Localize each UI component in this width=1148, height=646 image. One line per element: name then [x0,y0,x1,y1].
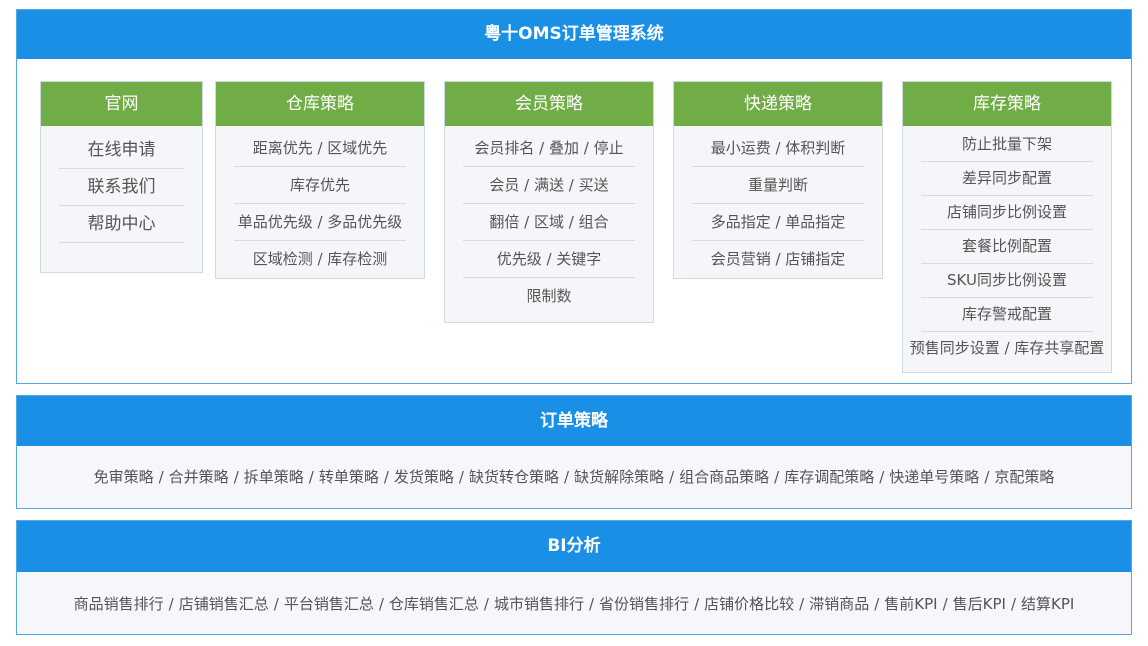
order-strategy-item: 拆单策略 [243,468,304,486]
separator: / [669,468,675,486]
separator: / [273,595,279,613]
official-site-item-contact[interactable]: 联系我们 [59,169,184,206]
inventory-strategy-item: 防止批量下架 [921,128,1093,162]
bi-item: 滞销商品 [809,595,870,613]
separator: / [942,595,948,613]
bi-item: 结算KPI [1021,595,1075,613]
order-strategy-item: 转单策略 [318,468,379,486]
separator: / [799,595,805,613]
warehouse-strategy-item: 区域检测 / 库存检测 [252,250,388,268]
separator: / [774,468,780,486]
express-strategy-item: 会员营销 / 店铺指定 [710,250,846,268]
card-warehouse-strategy-title: 仓库策略 [216,82,424,126]
separator: / [308,468,314,486]
bi-item: 城市销售排行 [493,595,584,613]
card-express-strategy: 快递策略 最小运费 / 体积判断 重量判断 多品指定 / 单品指定 会员营销 /… [673,81,883,279]
bi-item: 省份销售排行 [599,595,690,613]
bi-analysis-title: BI分析 [17,521,1131,572]
card-official-site-title: 官网 [41,82,202,126]
member-strategy-item: 优先级 / 关键字 [463,241,635,278]
inventory-strategy-item: 差异同步配置 [921,162,1093,196]
member-strategy-item: 会员 / 满送 / 买送 [463,167,635,204]
oms-system-title: 粤十OMS订单管理系统 [17,10,1131,59]
order-strategy-item: 免审策略 [93,468,154,486]
bi-item: 店铺价格比较 [704,595,795,613]
separator: / [1010,595,1017,613]
official-site-item-help[interactable]: 帮助中心 [59,206,184,243]
separator: / [879,468,885,486]
bi-item: 商品销售排行 [73,595,164,613]
order-strategy-item: 组合商品策略 [679,468,770,486]
separator: / [874,595,880,613]
express-strategy-item: 最小运费 / 体积判断 [692,130,864,167]
separator: / [984,468,990,486]
express-strategy-item: 重量判断 [692,167,864,204]
card-express-strategy-title: 快递策略 [674,82,882,126]
separator: / [168,595,174,613]
bi-item: 平台销售汇总 [283,595,374,613]
card-member-strategy-title: 会员策略 [445,82,653,126]
warehouse-strategy-item: 距离优先 / 区域优先 [234,130,406,167]
card-inventory-strategy-title: 库存策略 [903,82,1111,126]
separator: / [483,595,489,613]
separator: / [564,468,570,486]
inventory-strategy-item: 库存警戒配置 [921,298,1093,332]
express-strategy-item: 多品指定 / 单品指定 [692,204,864,241]
separator: / [378,595,384,613]
separator: / [158,468,164,486]
separator: / [458,468,464,486]
member-strategy-item: 会员排名 / 叠加 / 停止 [463,130,635,167]
separator: / [588,595,595,613]
member-strategy-item: 限制数 [526,287,572,305]
official-site-item-apply[interactable]: 在线申请 [59,132,184,169]
order-strategy-item: 缺货解除策略 [574,468,665,486]
separator: / [233,468,239,486]
separator: / [694,595,700,613]
card-member-strategy: 会员策略 会员排名 / 叠加 / 停止 会员 / 满送 / 买送 翻倍 / 区域… [444,81,654,323]
card-official-site: 官网 在线申请 联系我们 帮助中心 [40,81,203,273]
member-strategy-item: 翻倍 / 区域 / 组合 [463,204,635,241]
order-strategy-item: 发货策略 [393,468,454,486]
bi-item: 售前KPI [884,595,938,613]
inventory-strategy-item: 套餐比例配置 [921,230,1093,264]
order-strategy-title: 订单策略 [17,396,1131,446]
warehouse-strategy-item: 库存优先 [234,167,406,204]
order-strategy-list: 免审策略 / 合并策略 / 拆单策略 / 转单策略 / 发货策略 / 缺货转仓策略 / 缺货解除策略 / 组… [17,446,1131,508]
order-strategy-panel: 订单策略 免审策略 / 合并策略 / 拆单策略 / 转单策略 / 发货策略 / 缺货转仓策略 / 缺货解… [16,395,1132,509]
official-site-item-empty [59,243,184,279]
bi-analysis-panel: BI分析 商品销售排行 / 店铺销售汇总 / 平台销售汇总 / 仓库销售汇总 / 城市销售排行 /… [16,520,1132,635]
card-inventory-strategy: 库存策略 防止批量下架 差异同步配置 店铺同步比例设置 套餐比例配置 SKU同步… [902,81,1112,373]
oms-system-panel: 粤十OMS订单管理系统 官网 在线申请 联系我们 帮助中心 仓库策略 距离优先 … [16,9,1132,384]
order-strategy-item: 快递单号策略 [889,468,980,486]
card-warehouse-strategy: 仓库策略 距离优先 / 区域优先 库存优先 单品优先级 / 多品优先级 区域检测… [215,81,425,279]
order-strategy-item: 京配策略 [994,468,1055,486]
bi-item: 店铺销售汇总 [178,595,269,613]
inventory-strategy-item: 预售同步设置 / 库存共享配置 [909,339,1105,357]
inventory-strategy-item: SKU同步比例设置 [921,264,1093,298]
warehouse-strategy-item: 单品优先级 / 多品优先级 [234,204,406,241]
bi-item: 仓库销售汇总 [388,595,479,613]
order-strategy-item: 缺货转仓策略 [468,468,559,486]
inventory-strategy-item: 店铺同步比例设置 [921,196,1093,230]
separator: / [383,468,389,486]
bi-analysis-list: 商品销售排行 / 店铺销售汇总 / 平台销售汇总 / 仓库销售汇总 / 城市销售排行 / 省份销售排… [17,572,1131,634]
order-strategy-item: 库存调配策略 [784,468,875,486]
bi-item: 售后KPI [952,595,1006,613]
order-strategy-item: 合并策略 [168,468,229,486]
